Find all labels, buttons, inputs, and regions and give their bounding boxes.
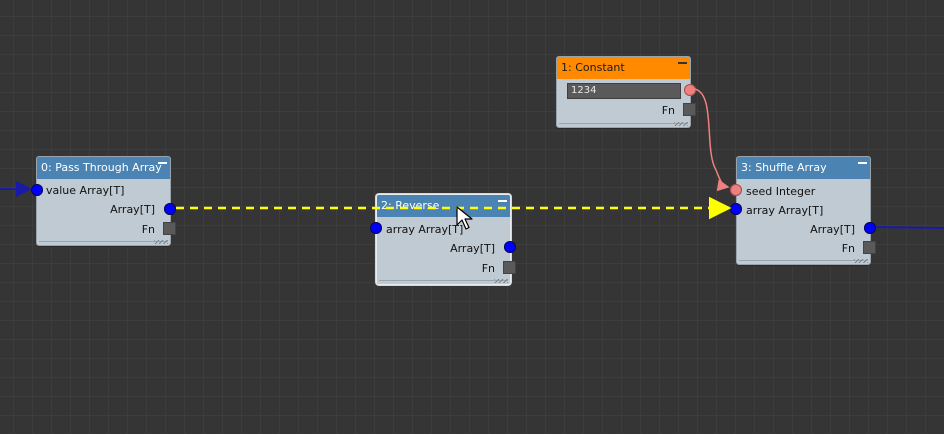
fn-label: Fn [661, 104, 675, 117]
array-input-port[interactable] [730, 203, 742, 215]
node-title: 1: Constant [561, 61, 625, 74]
outgoing-link[interactable] [875, 226, 944, 229]
node-title-bar[interactable]: 2: Reverse [377, 195, 510, 217]
fn-label: Fn [141, 223, 155, 236]
array-input-label: array Array[T] [746, 204, 824, 217]
node-title: 3: Shuffle Array [741, 161, 827, 174]
resize-grip-icon[interactable] [854, 259, 868, 263]
minus-icon[interactable] [158, 161, 167, 168]
fn-label: Fn [481, 262, 495, 275]
array-input-port[interactable] [370, 222, 382, 234]
value-input-label: value Array[T] [46, 184, 125, 197]
resize-grip-icon[interactable] [494, 279, 508, 283]
resize-grip-icon[interactable] [674, 122, 688, 126]
constant-value-field[interactable]: 1234 [567, 83, 681, 99]
minus-icon[interactable] [858, 161, 867, 168]
node-title: 0: Pass Through Array [41, 161, 162, 174]
node-pass-through-array[interactable]: 0: Pass Through Array value Array[T] Arr… [31, 156, 176, 246]
node-title-bar[interactable]: 1: Constant [557, 57, 690, 79]
array-output-port[interactable] [864, 222, 876, 234]
node-divider [39, 241, 168, 242]
array-input-label: array Array[T] [386, 223, 464, 236]
node-title-bar[interactable]: 3: Shuffle Array [737, 157, 870, 179]
array-output-port[interactable] [164, 203, 176, 215]
array-output-label: Array[T] [810, 223, 855, 236]
fn-label: Fn [841, 242, 855, 255]
node-reverse[interactable]: 2: Reverse array Array[T] Array[T] Fn [370, 194, 516, 285]
node-divider [739, 260, 868, 261]
array-output-label: Array[T] [450, 242, 495, 255]
square-port-icon[interactable] [863, 241, 876, 254]
array-output-label: Array[T] [110, 203, 155, 216]
seed-input-port[interactable] [730, 184, 742, 196]
minus-icon[interactable] [678, 61, 687, 68]
node-shuffle-array[interactable]: 3: Shuffle Array seed Integer array Arra… [730, 156, 876, 265]
seed-link[interactable] [693, 88, 730, 192]
square-port-icon[interactable] [683, 103, 696, 116]
minus-icon[interactable] [498, 199, 507, 206]
value-input-port[interactable] [31, 184, 43, 196]
seed-input-label: seed Integer [746, 185, 816, 198]
node-divider [379, 280, 508, 281]
array-output-port[interactable] [504, 241, 516, 253]
square-port-icon[interactable] [503, 261, 516, 274]
square-port-icon[interactable] [163, 222, 176, 235]
graph-canvas[interactable]: 0: Pass Through Array value Array[T] Arr… [0, 0, 944, 434]
resize-grip-icon[interactable] [154, 240, 168, 244]
arrow-cursor-icon [456, 206, 473, 230]
node-constant[interactable]: 1: Constant 1234 Fn [556, 56, 696, 128]
node-title: 2: Reverse [381, 199, 440, 212]
node-divider [559, 123, 688, 124]
integer-output-port[interactable] [684, 84, 696, 96]
node-title-bar[interactable]: 0: Pass Through Array [37, 157, 170, 179]
